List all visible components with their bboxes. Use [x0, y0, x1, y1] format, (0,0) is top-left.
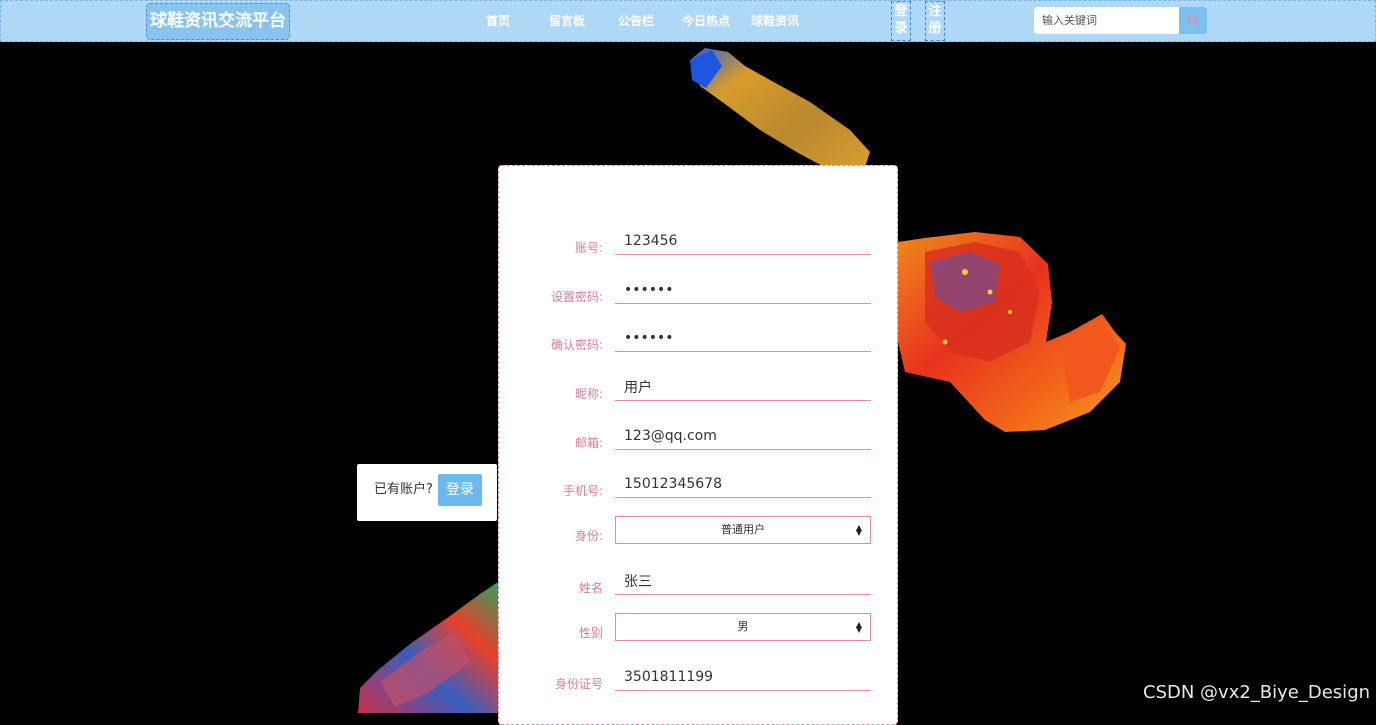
form-row-password: 设置密码:: [499, 277, 897, 307]
form-row-id-number: 身份证号: [499, 664, 897, 694]
nav-link-message-board[interactable]: 留言板: [549, 12, 585, 29]
nickname-label: 昵称:: [574, 387, 603, 401]
nav-link-today-hot[interactable]: 今日热点: [682, 12, 730, 29]
login-button[interactable]: 登录: [438, 474, 482, 506]
search-icon: [1187, 14, 1200, 27]
search-input[interactable]: [1034, 7, 1179, 34]
top-navbar: 球鞋资讯交流平台 首页 留言板 公告栏 今日热点 球鞋资讯 登录 注册: [0, 0, 1376, 42]
login-link[interactable]: 登录: [891, 1, 911, 41]
watermark-text: CSDN @vx2_Biye_Design: [1143, 682, 1371, 703]
gender-select-value: 男: [737, 620, 749, 633]
form-row-role: 身份: 普通用户 ▲ ▼: [499, 516, 897, 546]
nickname-input[interactable]: [615, 374, 871, 401]
site-logo[interactable]: 球鞋资讯交流平台: [146, 3, 290, 40]
form-row-email: 邮箱:: [499, 423, 897, 453]
role-select-value: 普通用户: [721, 523, 765, 536]
phone-label: 手机号:: [562, 484, 603, 498]
form-row-account: 账号:: [499, 228, 897, 258]
form-row-gender: 性别 男 ▲ ▼: [499, 613, 897, 643]
password-label: 设置密码:: [550, 290, 603, 304]
phone-input[interactable]: [615, 471, 871, 498]
form-row-name: 姓名: [499, 568, 897, 598]
email-label: 邮箱:: [574, 436, 603, 450]
name-input[interactable]: [615, 568, 871, 595]
email-input[interactable]: [615, 423, 871, 450]
confirm-password-input[interactable]: [615, 325, 871, 352]
confirm-password-label: 确认密码:: [550, 338, 603, 352]
form-row-phone: 手机号:: [499, 471, 897, 501]
account-label: 账号:: [574, 241, 603, 255]
role-label: 身份:: [574, 529, 603, 543]
login-prompt-text: 已有账户?: [374, 482, 433, 497]
search-button[interactable]: [1179, 7, 1207, 34]
gender-label: 性别: [578, 626, 603, 640]
gender-select[interactable]: 男 ▲ ▼: [615, 613, 871, 641]
nav-link-home[interactable]: 首页: [486, 12, 510, 29]
name-label: 姓名: [578, 581, 603, 595]
form-row-nickname: 昵称:: [499, 374, 897, 404]
form-row-confirm-password: 确认密码:: [499, 325, 897, 355]
login-prompt-card: 已有账户? 登录: [357, 464, 497, 521]
register-link[interactable]: 注册: [925, 1, 945, 41]
updown-caret-icon: ▲ ▼: [855, 523, 862, 537]
nav-link-notice-board[interactable]: 公告栏: [618, 12, 654, 29]
id-number-label: 身份证号: [554, 677, 603, 691]
id-number-input[interactable]: [615, 664, 871, 691]
register-form: 账号: 设置密码: 确认密码: 昵称: 邮箱: 手机号: 身份: 普通用户 ▲▼…: [498, 165, 898, 725]
account-input[interactable]: [615, 228, 871, 255]
password-input[interactable]: [615, 277, 871, 304]
nav-link-sneaker-news[interactable]: 球鞋资讯: [751, 12, 799, 29]
updown-caret-icon: ▲ ▼: [855, 620, 862, 634]
role-select[interactable]: 普通用户 ▲ ▼: [615, 516, 871, 544]
